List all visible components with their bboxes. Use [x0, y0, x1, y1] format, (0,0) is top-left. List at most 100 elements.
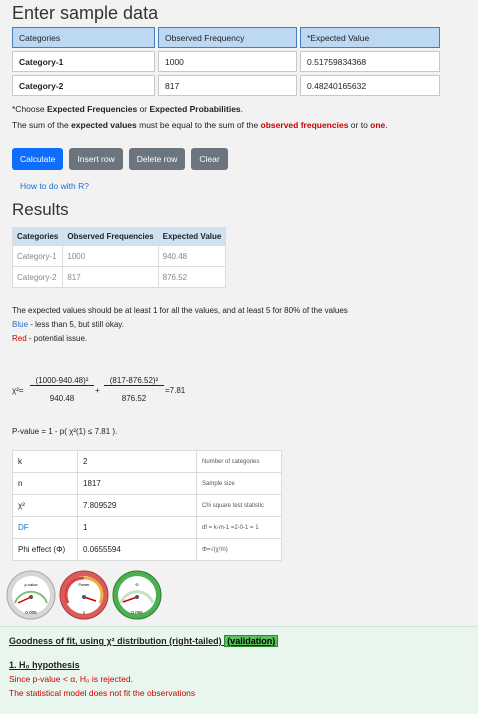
header-observed: Observed Frequency	[158, 27, 297, 48]
stat-description: Chi square test statistic	[196, 494, 282, 517]
fraction-1: (1000-940.48)² 940.48	[30, 376, 94, 403]
pvalue-text: P-value = 1 - p( χ²(1) ≤ 7.81 ).	[12, 427, 118, 436]
pvalue-gauge: p-value 0.005	[6, 570, 56, 620]
formula-plus: +	[95, 386, 100, 395]
rule-red: Red - potential issue.	[12, 334, 87, 343]
note-text: expected values	[71, 120, 137, 130]
header-expected: *Expected Value	[300, 27, 440, 48]
rule-red-text: - potential issue.	[26, 334, 88, 343]
note-text: must be equal to the sum of the	[136, 120, 261, 130]
gauge-label: p-value	[24, 582, 38, 587]
gauge-value: 0.066	[131, 610, 143, 615]
results-header: Categories	[11, 227, 64, 246]
validation-link[interactable]: (validation)	[224, 635, 279, 647]
results-cell: 940.48	[157, 245, 227, 267]
hypothesis-conclusion: The statistical model does not fit the o…	[9, 688, 196, 698]
results-header: Expected Value	[157, 227, 227, 246]
note-text: or	[137, 104, 150, 114]
results-header-row: Categories Observed Frequencies Expected…	[11, 227, 227, 246]
table-row: k 2 Number of categories	[12, 450, 282, 473]
rule-text: The expected values should be at least 1…	[12, 306, 348, 315]
note-text: observed frequencies	[260, 120, 349, 130]
numerator: (817-876.52)²	[109, 376, 159, 385]
stat-value: 0.0655594	[77, 538, 197, 561]
power-gauge: Power 1	[59, 570, 109, 620]
choose-note: *Choose Expected Frequencies or Expected…	[12, 104, 243, 114]
hypothesis-heading: 1. H₀ hypothesis	[9, 660, 80, 670]
stat-name: n	[12, 472, 78, 495]
expected-field[interactable]: 0.48240165632	[300, 75, 440, 96]
stat-value: 2	[77, 450, 197, 473]
stat-name: DF	[12, 516, 78, 539]
stat-name: k	[12, 450, 78, 473]
table-row: Phi effect (Φ) 0.0655594 Φ=√(χ²/n)	[12, 538, 282, 561]
note-text: .	[385, 120, 388, 130]
rule-blue-text: - less than 5, but still okay.	[28, 320, 124, 329]
results-cell: Category-2	[11, 266, 64, 288]
formula-rhs: =7.81	[165, 386, 186, 395]
gauge-label: Φ	[135, 582, 138, 587]
note-text: Expected Frequencies	[46, 104, 138, 114]
stat-description: Sample size	[196, 472, 282, 495]
results-cell: 817	[62, 266, 159, 288]
category-name-field[interactable]: Category-2	[12, 75, 155, 96]
rule-blue-label: Blue	[12, 320, 29, 329]
note-text: .	[240, 104, 244, 114]
table-row: n 1817 Sample size	[12, 472, 282, 495]
stat-description: Φ=√(χ²/n)	[196, 538, 282, 561]
category-name-field[interactable]: Category-1	[12, 51, 155, 72]
stat-name: Phi effect (Φ)	[12, 538, 78, 561]
gauge-group: p-value 0.005 Power 1 Φ 0.066	[6, 570, 162, 620]
statistics-body: k 2 Number of categories n 1817 Sample size χ²…	[12, 450, 282, 561]
results-cell: 1000	[62, 245, 159, 267]
input-row: Category-1 1000 0.51759834368	[12, 51, 443, 72]
results-heading: Results	[12, 200, 69, 219]
r-howto-link[interactable]: How to do with R?	[20, 181, 89, 191]
note-text: The sum of the	[12, 120, 72, 130]
hypothesis-result: Since p-value < α, H₀ is rejected.	[9, 674, 133, 684]
page: Enter sample data Categories Observed Fr…	[0, 0, 478, 714]
results-table: Categories Observed Frequencies Expected…	[11, 227, 227, 288]
page-title: Enter sample data	[12, 3, 159, 23]
formula-lhs: χ²=	[12, 386, 24, 395]
sum-note: The sum of the expected values must be e…	[12, 120, 388, 130]
button-row: Calculate Insert row Delete row Clear	[12, 148, 228, 170]
results-cell: Category-1	[11, 245, 64, 267]
table-row: DF 1 df = k-m-1 =2-0-1 = 1	[12, 516, 282, 539]
gof-title: Goodness of fit, using χ² distribution (…	[9, 635, 279, 647]
statistics-table: k 2 Number of categories n 1817 Sample size χ²…	[12, 450, 282, 561]
expected-field[interactable]: 0.51759834368	[300, 51, 440, 72]
delete-row-button[interactable]: Delete row	[128, 148, 186, 170]
header-categories: Categories	[12, 27, 155, 48]
gauge-value: 0.005	[25, 610, 37, 615]
stat-description: Number of categories	[196, 450, 282, 473]
fraction-2: (817-876.52)² 876.52	[104, 376, 164, 403]
note-text: *Choose	[12, 104, 47, 114]
note-text: Expected Probabilities	[149, 104, 241, 114]
gof-title-text: Goodness of fit, using χ² distribution (…	[9, 636, 222, 646]
input-row: Category-2 817 0.48240165632	[12, 75, 443, 96]
note-text: one	[370, 120, 386, 130]
stat-description: df = k-m-1 =2-0-1 = 1	[196, 516, 282, 539]
denominator: 876.52	[104, 385, 164, 403]
rule-blue: Blue - less than 5, but still okay.	[12, 320, 124, 329]
note-text: or to	[348, 120, 371, 130]
stat-value: 1817	[77, 472, 197, 495]
stat-name: χ²	[12, 494, 78, 517]
observed-field[interactable]: 1000	[158, 51, 297, 72]
input-header-row: Categories Observed Frequency *Expected …	[12, 27, 443, 48]
goodness-of-fit-panel: Goodness of fit, using χ² distribution (…	[0, 626, 478, 714]
observed-field[interactable]: 817	[158, 75, 297, 96]
gauge-label: Power	[78, 582, 90, 587]
clear-button[interactable]: Clear	[191, 148, 228, 170]
input-table: Categories Observed Frequency *Expected …	[12, 27, 443, 99]
calculate-button[interactable]: Calculate	[12, 148, 64, 170]
results-header: Observed Frequencies	[62, 227, 159, 246]
insert-row-button[interactable]: Insert row	[69, 148, 123, 170]
table-row: χ² 7.809529 Chi square test statistic	[12, 494, 282, 517]
stat-value: 7.809529	[77, 494, 197, 517]
rule-red-label: Red	[12, 334, 27, 343]
numerator: (1000-940.48)²	[35, 376, 89, 385]
table-row: Category-2 817 876.52	[11, 266, 227, 288]
stat-value: 1	[77, 516, 197, 539]
